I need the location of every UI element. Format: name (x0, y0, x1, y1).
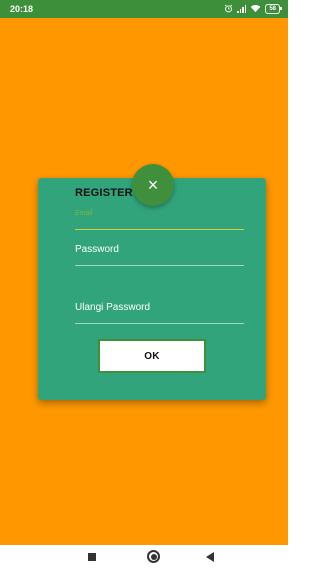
email-underline (75, 228, 244, 230)
ulangi-password-placeholder: Ulangi Password (75, 302, 151, 313)
ulangi-password-field[interactable]: Ulangi Password (75, 302, 244, 324)
navigation-bar (0, 545, 288, 570)
status-time: 20:18 (10, 4, 34, 14)
recents-square-icon[interactable] (88, 553, 96, 561)
close-button[interactable]: × (132, 164, 174, 206)
ulangi-password-underline (75, 323, 244, 324)
signal-icon (237, 5, 247, 13)
password-underline (75, 265, 244, 266)
close-icon: × (147, 175, 159, 195)
dialog-title: REGISTER (75, 187, 133, 199)
wifi-icon (250, 4, 261, 15)
email-field[interactable]: Email (75, 208, 244, 230)
password-field[interactable]: Password (75, 244, 244, 266)
status-bar: 20:18 58 (0, 0, 288, 18)
home-circle-icon[interactable] (147, 550, 160, 563)
battery-icon: 58 (265, 4, 282, 14)
register-dialog: REGISTER Email Password Ulangi Password … (38, 178, 266, 400)
email-placeholder: Email (75, 210, 93, 217)
alarm-icon (224, 4, 233, 15)
ok-button[interactable]: OK (98, 339, 206, 373)
status-icons: 58 (224, 4, 282, 15)
back-triangle-icon[interactable] (206, 552, 214, 562)
password-placeholder: Password (75, 244, 119, 255)
